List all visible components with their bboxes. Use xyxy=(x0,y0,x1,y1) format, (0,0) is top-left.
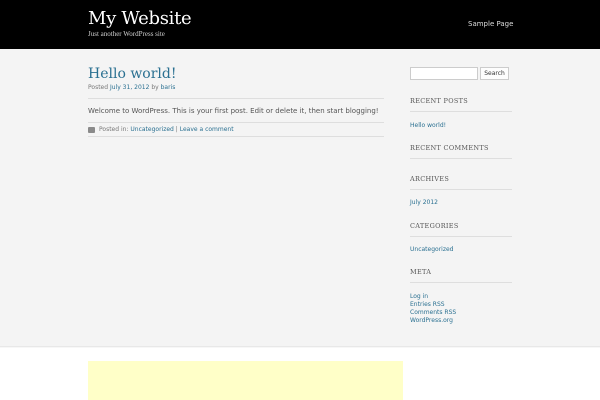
widget-title-meta: META xyxy=(410,268,432,276)
site-header: My Website Just another WordPress site S… xyxy=(0,0,600,49)
archive-link[interactable]: July 2012 xyxy=(410,199,438,206)
widget-divider xyxy=(410,158,512,159)
search-button[interactable]: Search xyxy=(480,67,509,80)
meta-link-wordpress-org[interactable]: WordPress.org xyxy=(410,317,453,324)
widget-title-archives: ARCHIVES xyxy=(410,175,450,183)
post-content: Welcome to WordPress. This is your first… xyxy=(88,107,379,115)
post-category-link[interactable]: Uncategorized xyxy=(130,126,173,133)
nav-item-sample-page[interactable]: Sample Page xyxy=(468,20,513,28)
widget-title-categories: CATEGORIES xyxy=(410,222,459,230)
post-title[interactable]: Hello world! xyxy=(88,66,177,82)
folder-icon xyxy=(88,126,95,133)
post-date-link[interactable]: July 31, 2012 xyxy=(110,84,149,91)
post-author-link[interactable]: baris xyxy=(161,84,176,91)
search-input[interactable] xyxy=(410,67,478,80)
category-link[interactable]: Uncategorized xyxy=(410,246,453,253)
meta-link-login[interactable]: Log in xyxy=(410,293,428,300)
posted-in-label: Posted in: xyxy=(99,126,129,133)
post-divider-bottom xyxy=(88,136,384,137)
widget-divider xyxy=(410,282,512,283)
post-divider-top xyxy=(88,98,384,99)
footer-widget-area xyxy=(88,361,403,400)
recent-post-link[interactable]: Hello world! xyxy=(410,122,446,129)
leave-comment-link[interactable]: Leave a comment xyxy=(180,126,234,133)
post-meta-prefix: Posted xyxy=(88,84,109,91)
site-description: Just another WordPress site xyxy=(88,30,165,38)
meta-link-entries-rss[interactable]: Entries RSS xyxy=(410,301,445,308)
widget-title-recent-comments: RECENT COMMENTS xyxy=(410,144,489,152)
widget-divider xyxy=(410,111,512,112)
main-content-area xyxy=(0,49,600,347)
post-footer: Posted in: Uncategorized | Leave a comme… xyxy=(88,126,234,133)
meta-link-comments-rss[interactable]: Comments RSS xyxy=(410,309,456,316)
widget-divider xyxy=(410,236,512,237)
post-meta-by: by xyxy=(151,84,159,91)
widget-title-recent-posts: RECENT POSTS xyxy=(410,97,468,105)
widget-divider xyxy=(410,189,512,190)
site-title[interactable]: My Website xyxy=(88,8,192,29)
post-meta: Posted July 31, 2012 by baris xyxy=(88,84,175,91)
post-divider-middle xyxy=(88,122,384,123)
post-footer-separator: | xyxy=(175,126,178,133)
